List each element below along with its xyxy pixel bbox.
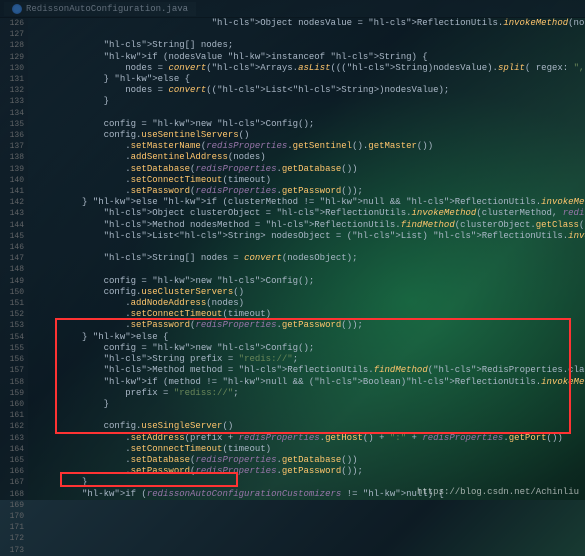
tab-filename: RedissonAutoConfiguration.java [26, 4, 188, 14]
line-number-gutter: 126 127 128 129 130 131 132 133 134 135 … [0, 18, 28, 500]
tab-bar: RedissonAutoConfiguration.java [0, 0, 585, 18]
java-file-icon [12, 4, 22, 14]
editor-tab[interactable]: RedissonAutoConfiguration.java [4, 2, 196, 16]
watermark-text: https://blog.csdn.net/Achinliu [417, 487, 579, 497]
code-editor[interactable]: "hl-cls">Object nodesValue = "hl-cls">Re… [28, 18, 585, 500]
